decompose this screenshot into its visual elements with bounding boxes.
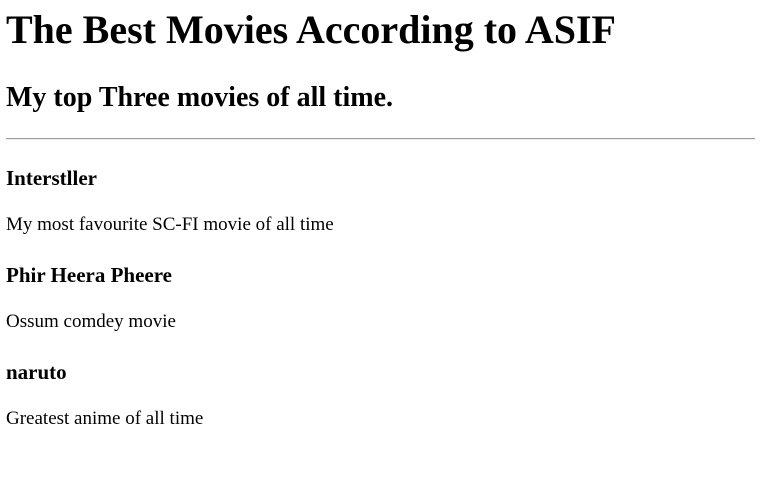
movie-title: naruto xyxy=(6,360,67,384)
movie-title: Interstller xyxy=(6,166,97,190)
movie-description: Greatest anime of all time xyxy=(6,408,204,429)
horizontal-divider xyxy=(6,138,755,140)
movie-title: Phir Heera Pheere xyxy=(6,263,172,287)
page-subtitle: My top Three movies of all time. xyxy=(6,82,394,113)
movie-description: Ossum comdey movie xyxy=(6,311,176,332)
page-title: The Best Movies According to ASIF xyxy=(6,7,616,52)
movie-description: My most favourite SC-FI movie of all tim… xyxy=(6,214,334,235)
